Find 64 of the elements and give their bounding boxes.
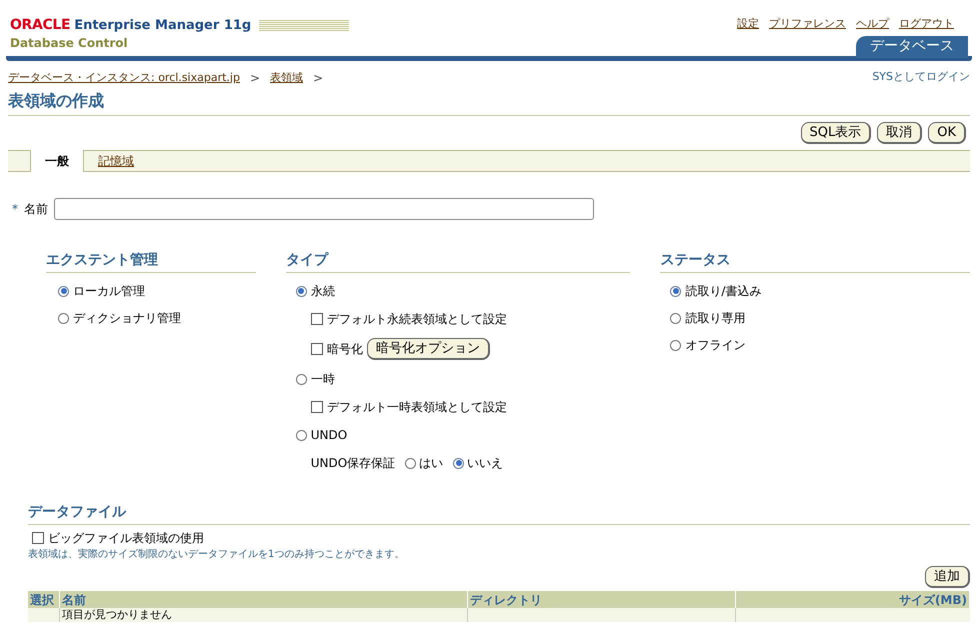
radio-label: ローカル管理 [73, 283, 145, 300]
section-heading: データファイル [28, 502, 970, 525]
checkbox-label: 暗号化 [326, 341, 363, 358]
radio-button[interactable] [296, 430, 307, 440]
header-tab[interactable]: データベース [856, 36, 968, 58]
radio-button[interactable] [58, 286, 69, 296]
radio-label: 読取り/書込み [685, 283, 762, 300]
checkbox[interactable] [310, 401, 323, 413]
column-header: 選択 [28, 591, 60, 608]
radio-label: UNDO [310, 427, 348, 444]
radio-button[interactable] [296, 374, 307, 384]
page-title: 表領域の作成 [8, 89, 970, 116]
section-heading: ステータス [660, 250, 970, 273]
column-header: ディレクトリ [468, 591, 736, 608]
checkbox[interactable] [32, 532, 44, 544]
radio-button[interactable] [670, 286, 682, 296]
add-button[interactable]: 追加 [925, 566, 970, 588]
brand-logo: ORACLE [10, 18, 70, 32]
breadcrumb-link[interactable]: 表領域 [270, 70, 304, 86]
action-button[interactable]: 取消 [877, 122, 922, 144]
breadcrumb-separator: > [250, 70, 260, 87]
tab[interactable]: 記憶域 [94, 150, 138, 171]
action-button[interactable]: SQL表示 [800, 122, 872, 144]
hint-text: 表領域は、実際のサイズ制限のないデータファイルを1つのみ持つことができます。 [28, 548, 406, 562]
table-cell [28, 608, 60, 622]
header-link[interactable]: ヘルプ [856, 16, 889, 32]
section-heading: タイプ [286, 250, 630, 273]
login-info: SYSとしてログイン [872, 69, 970, 85]
option-label: UNDO保存保証 [310, 455, 396, 472]
checkbox[interactable] [310, 343, 323, 355]
checkbox-label: デフォルト永続表領域として設定 [326, 311, 507, 328]
radio-button[interactable] [58, 312, 69, 324]
section-heading: エクステント管理 [46, 250, 256, 273]
checkbox-label: デフォルト一時表領域として設定 [326, 399, 507, 416]
checkbox[interactable] [310, 313, 323, 325]
radio-label: 永続 [310, 283, 335, 300]
header-link[interactable]: 設定 [737, 16, 759, 32]
radio-button[interactable] [296, 286, 307, 296]
name-input-field[interactable] [54, 198, 594, 220]
checkbox-label: ビッグファイル表領域の使用 [48, 530, 204, 547]
radio-button[interactable] [453, 458, 464, 468]
radio-button[interactable] [670, 340, 682, 350]
empty-message: 項目が見つかりません [60, 608, 468, 622]
tab[interactable]: 一般 [30, 150, 84, 172]
radio-label: オフライン [685, 337, 746, 354]
column-header: サイズ(MB) [736, 591, 970, 608]
radio-label: 一時 [310, 371, 335, 388]
breadcrumb-link[interactable]: データベース・インスタンス: orcl.sixapart.jp [8, 70, 240, 86]
radio-label: 読取り専用 [685, 310, 746, 327]
radio-button[interactable] [670, 312, 682, 324]
product-subtitle: Database Control [10, 35, 129, 52]
action-button[interactable]: OK [928, 122, 966, 144]
radio-label: いいえ [467, 455, 504, 472]
breadcrumb-separator: > [313, 70, 324, 87]
radio-button[interactable] [405, 458, 416, 468]
radio-label: はい [419, 455, 444, 472]
encryption-options-button[interactable]: 暗号化オプション [366, 338, 490, 360]
radio-label: ディクショナリ管理 [73, 310, 181, 327]
product-name: Enterprise Manager 11g [74, 19, 252, 32]
field-label: 名前 [24, 201, 48, 218]
header-link[interactable]: プリファレンス [769, 16, 846, 32]
required-mark: * [12, 201, 18, 218]
column-header: 名前 [60, 591, 468, 608]
header-link[interactable]: ログアウト [899, 16, 954, 32]
